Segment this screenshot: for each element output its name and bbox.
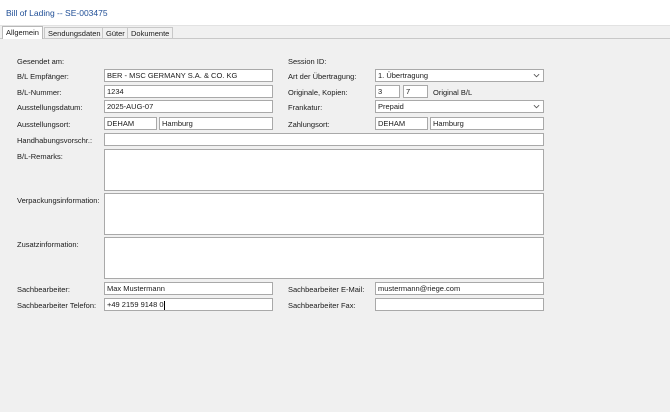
tab-panel-allgemein: Gesendet am: Session ID: B/L Empfänger: … bbox=[0, 38, 670, 412]
uebertragung-select[interactable]: 1. Übertragung bbox=[375, 69, 544, 82]
bill-of-lading-window: Bill of Lading -- SE-003475 Allgemein Se… bbox=[0, 0, 670, 412]
telefon-value: +49 2159 9148 0 bbox=[107, 300, 164, 309]
ausstellungsort-name-field[interactable]: Hamburg bbox=[159, 117, 273, 130]
bl-nummer-field[interactable]: 1234 bbox=[104, 85, 273, 98]
remarks-label: B/L-Remarks: bbox=[17, 152, 63, 161]
fax-label: Sachbearbeiter Fax: bbox=[288, 301, 356, 310]
email-field[interactable]: mustermann@riege.com bbox=[375, 282, 544, 295]
zusatz-label: Zusatzinformation: bbox=[17, 240, 79, 249]
chevron-down-icon bbox=[533, 104, 540, 109]
bl-nummer-label: B/L-Nummer: bbox=[17, 88, 62, 97]
ausstellungsdatum-field[interactable]: 2025-AUG-07 bbox=[104, 100, 273, 113]
email-label: Sachbearbeiter E-Mail: bbox=[288, 285, 365, 294]
sachbearbeiter-label: Sachbearbeiter: bbox=[17, 285, 70, 294]
original-bl-label: Original B/L bbox=[433, 88, 473, 97]
telefon-field[interactable]: +49 2159 9148 0 bbox=[104, 298, 273, 311]
gesendet-am-label: Gesendet am: bbox=[17, 57, 65, 66]
fax-field[interactable] bbox=[375, 298, 544, 311]
ausstellungsdatum-label: Ausstellungsdatum: bbox=[17, 103, 83, 112]
kopien-field[interactable]: 7 bbox=[403, 85, 428, 98]
title-bar: Bill of Lading -- SE-003475 bbox=[0, 0, 670, 26]
ausstellungsort-label: Ausstellungsort: bbox=[17, 120, 71, 129]
verpackung-textarea[interactable] bbox=[104, 193, 544, 235]
originale-kopien-label: Originale, Kopien: bbox=[288, 88, 348, 97]
session-id-label: Session ID: bbox=[288, 57, 327, 66]
uebertragung-value: 1. Übertragung bbox=[378, 71, 429, 80]
ausstellungsort-code-field[interactable]: DEHAM bbox=[104, 117, 157, 130]
tab-allgemein[interactable]: Allgemein bbox=[2, 26, 43, 39]
empfaenger-field[interactable]: BER - MSC GERMANY S.A. & CO. KG bbox=[104, 69, 273, 82]
originale-field[interactable]: 3 bbox=[375, 85, 400, 98]
sachbearbeiter-field[interactable]: Max Mustermann bbox=[104, 282, 273, 295]
zahlungsort-name-field[interactable]: Hamburg bbox=[430, 117, 544, 130]
window-title: Bill of Lading -- SE-003475 bbox=[6, 8, 108, 18]
verpackung-label: Verpackungsinformation: bbox=[17, 196, 100, 205]
zusatz-textarea[interactable] bbox=[104, 237, 544, 279]
frankatur-value: Prepaid bbox=[378, 102, 404, 111]
uebertragung-label: Art der Übertragung: bbox=[288, 72, 357, 81]
zahlungsort-label: Zahlungsort: bbox=[288, 120, 330, 129]
telefon-label: Sachbearbeiter Telefon: bbox=[17, 301, 97, 310]
chevron-down-icon bbox=[533, 73, 540, 78]
remarks-textarea[interactable] bbox=[104, 149, 544, 191]
frankatur-label: Frankatur: bbox=[288, 103, 323, 112]
empfaenger-label: B/L Empfänger: bbox=[17, 72, 69, 81]
text-cursor bbox=[163, 300, 165, 310]
handhabung-field[interactable] bbox=[104, 133, 544, 146]
handhabung-label: Handhabungsvorschr.: bbox=[17, 136, 93, 145]
zahlungsort-code-field[interactable]: DEHAM bbox=[375, 117, 428, 130]
frankatur-select[interactable]: Prepaid bbox=[375, 100, 544, 113]
